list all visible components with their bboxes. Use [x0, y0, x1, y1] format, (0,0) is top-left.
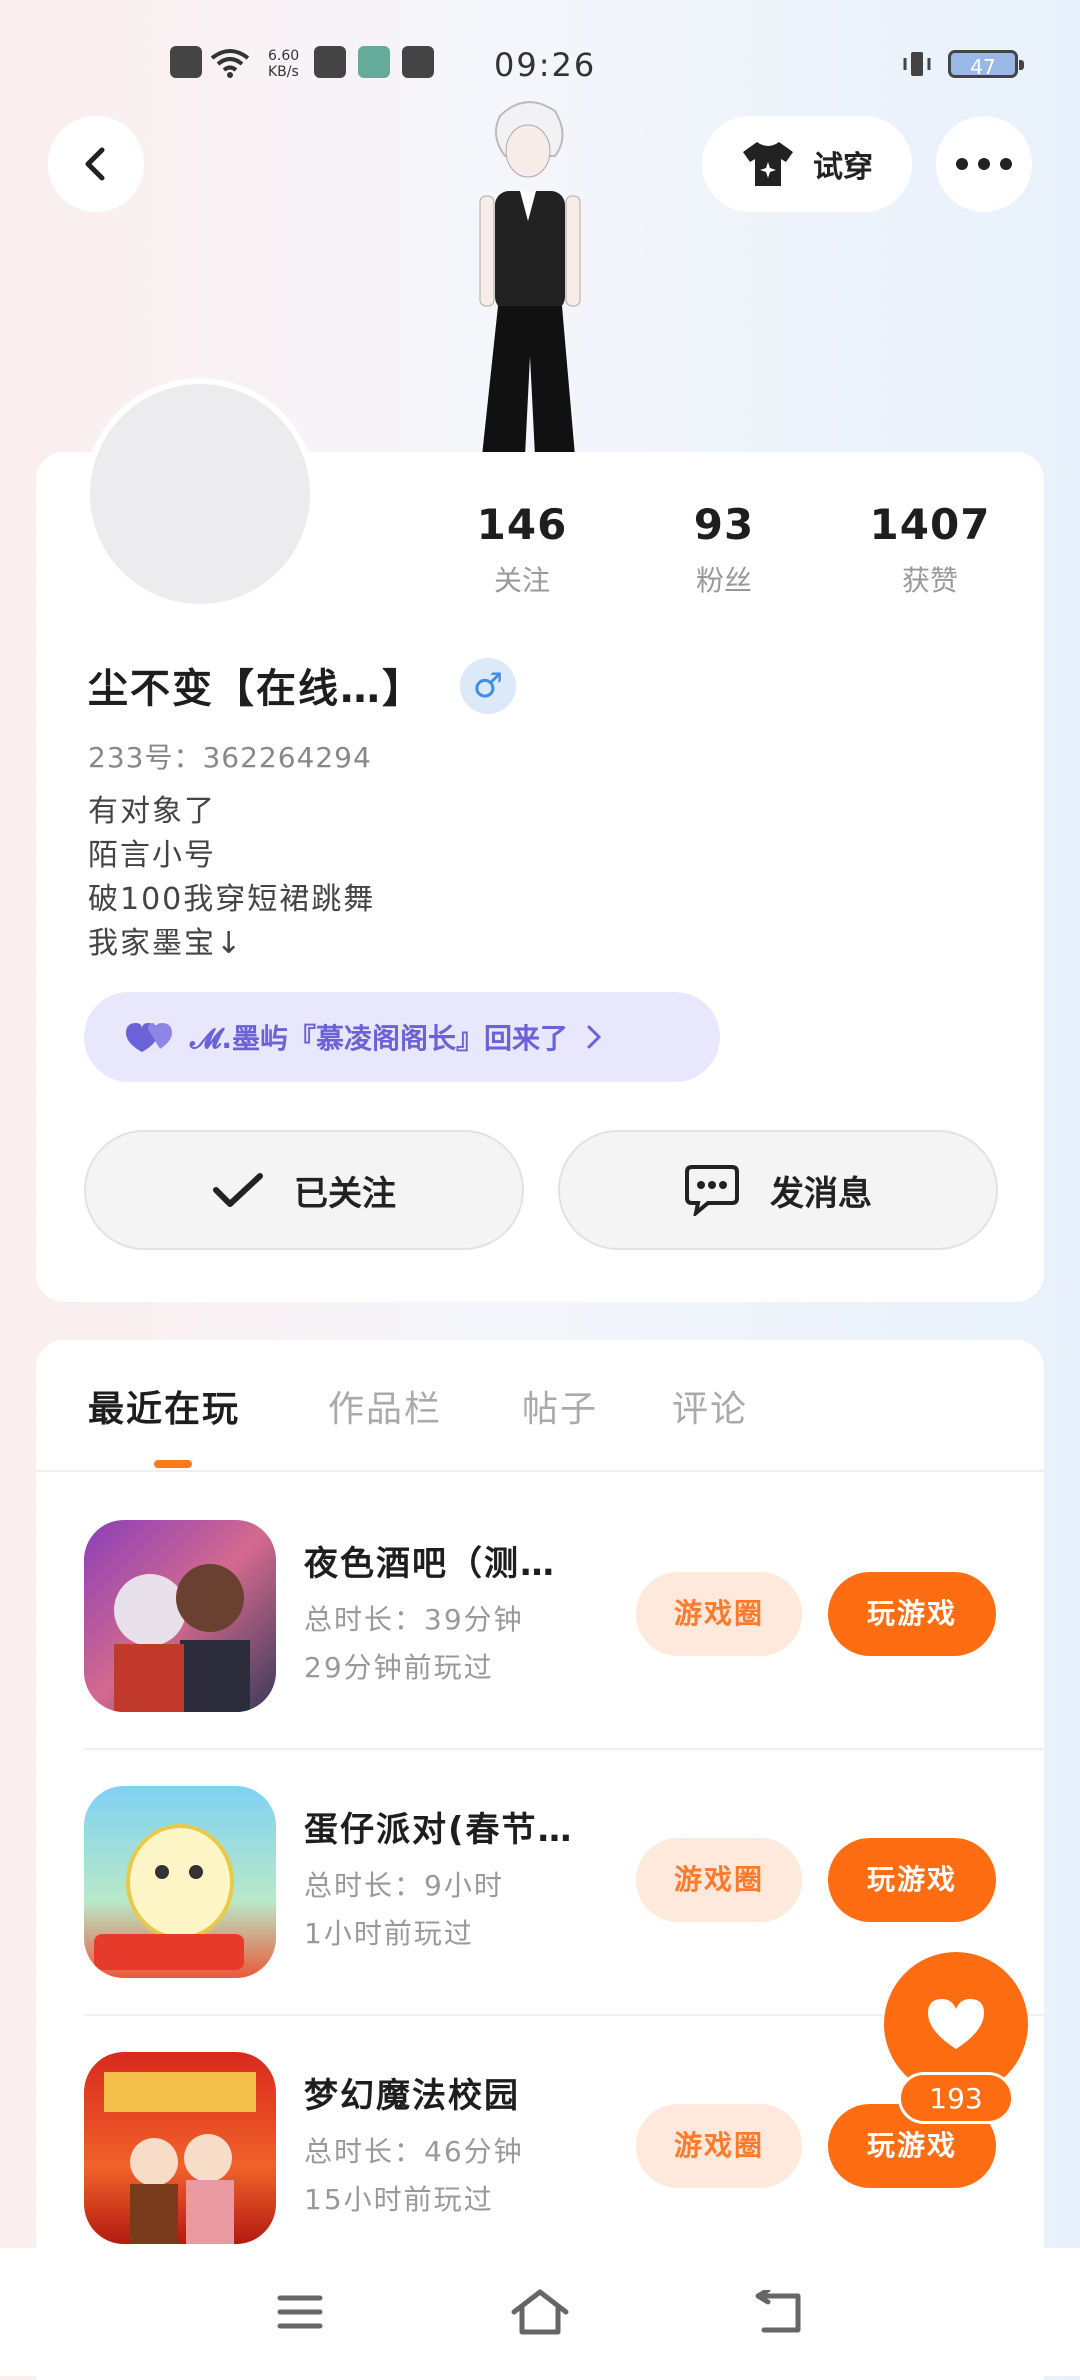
menu-icon[interactable] [276, 2292, 324, 2332]
stat-likes[interactable]: 1407 获赞 [830, 500, 1030, 599]
tshirt-icon [743, 142, 793, 186]
tab-recent-play[interactable]: 最近在玩 [88, 1380, 240, 1432]
tab-active-indicator [154, 1460, 192, 1468]
system-nav-bar [0, 2248, 1080, 2376]
divider [36, 1470, 1044, 1472]
app-icon [358, 46, 390, 78]
app-icon [402, 46, 434, 78]
game-circle-button[interactable]: 游戏圈 [636, 1572, 802, 1656]
message-button[interactable]: 发消息 [558, 1130, 998, 1250]
avatar-character-figure [479, 101, 581, 456]
chevron-right-icon [587, 1025, 602, 1049]
status-bar: 6.60 KB/s 09:26 47 [0, 46, 1080, 86]
bio-line: 有对象了 [88, 794, 216, 829]
stat-value: 1407 [869, 500, 991, 549]
stat-label: 粉丝 [695, 564, 752, 597]
relationship-pill[interactable]: 𝓜.墨屿『慕凌阁阁长』回来了 [84, 992, 720, 1082]
game-art [114, 1564, 250, 1712]
chevron-left-icon [85, 147, 105, 181]
male-gender-icon: ♂ [460, 658, 516, 714]
clock: 09:26 [494, 46, 597, 84]
game-row[interactable]: 蛋仔派对(春节… 总时长：9小时 1小时前玩过 游戏圈 玩游戏 [84, 1786, 1044, 1986]
game-duration: 总时长：9小时 [304, 1869, 504, 1902]
tab-works[interactable]: 作品栏 [328, 1380, 442, 1432]
game-last-played: 29分钟前玩过 [304, 1651, 494, 1684]
stat-label: 关注 [493, 564, 550, 597]
game-title: 夜色酒吧（测… [304, 1544, 556, 1584]
game-title: 蛋仔派对(春节… [304, 1810, 574, 1850]
wifi-icon [210, 49, 250, 78]
game-row[interactable]: 夜色酒吧（测… 总时长：39分钟 29分钟前玩过 游戏圈 玩游戏 [84, 1520, 1044, 1720]
vibrate-icon [903, 52, 931, 76]
stat-value: 146 [476, 500, 568, 549]
bio: 有对象了 陌言小号 破100我穿短裙跳舞 我家墨宝↓ [88, 790, 375, 966]
game-last-played: 1小时前玩过 [304, 1917, 474, 1950]
like-count: 193 [898, 2072, 1014, 2124]
profile-name: 尘不变【在线…】 [88, 666, 424, 712]
stat-label: 获赞 [901, 564, 958, 597]
game-last-played: 15小时前玩过 [304, 2183, 494, 2216]
game-art [94, 1824, 244, 1970]
tab-posts[interactable]: 帖子 [522, 1380, 598, 1432]
heart-icon [928, 1999, 984, 2049]
relationship-text: 𝓜.墨屿『慕凌阁阁长』回来了 [190, 1022, 568, 1055]
battery-indicator: 47 [948, 50, 1024, 79]
play-game-button[interactable]: 玩游戏 [828, 1838, 996, 1922]
more-dots-icon [956, 158, 1012, 170]
game-circle-button[interactable]: 游戏圈 [636, 1838, 802, 1922]
bio-line: 陌言小号 [88, 838, 216, 873]
game-icon[interactable] [84, 2052, 276, 2244]
game-art [104, 2072, 256, 2244]
game-duration: 总时长：39分钟 [304, 1603, 524, 1636]
stat-fans[interactable]: 93 粉丝 [624, 500, 824, 599]
play-game-button[interactable]: 玩游戏 [828, 1572, 996, 1656]
bio-line: 我家墨宝↓ [88, 926, 244, 961]
notification-icon [170, 46, 202, 78]
chat-bubble-icon [685, 1165, 739, 1216]
tab-comments[interactable]: 评论 [672, 1380, 748, 1432]
try-on-button[interactable]: 试穿 [702, 116, 912, 212]
bio-line: 破100我穿短裙跳舞 [88, 882, 376, 917]
game-duration: 总时长：46分钟 [304, 2135, 524, 2168]
home-icon[interactable] [510, 2288, 570, 2336]
game-title: 梦幻魔法校园 [304, 2076, 520, 2116]
game-icon[interactable] [84, 1520, 276, 1712]
network-speed: 6.60 KB/s [268, 48, 300, 80]
divider [84, 1748, 1044, 1750]
stat-following[interactable]: 146 关注 [422, 500, 622, 599]
message-label: 发消息 [770, 1173, 872, 1214]
app-icon [314, 46, 346, 78]
game-icon[interactable] [84, 1786, 276, 1978]
game-circle-button[interactable]: 游戏圈 [636, 2104, 802, 2188]
back-nav-icon[interactable] [752, 2290, 804, 2334]
stat-value: 93 [693, 500, 755, 549]
check-icon [213, 1173, 263, 1207]
double-heart-icon [126, 1023, 172, 1052]
more-button[interactable] [936, 116, 1032, 212]
avatar[interactable] [84, 378, 316, 610]
try-on-label: 试穿 [813, 150, 873, 185]
followed-label: 已关注 [294, 1173, 396, 1214]
followed-button[interactable]: 已关注 [84, 1130, 524, 1250]
back-button[interactable] [48, 116, 144, 212]
user-id: 233号：362264294 [88, 741, 372, 774]
game-row[interactable]: 梦幻魔法校园 总时长：46分钟 15小时前玩过 游戏圈 玩游戏 [84, 2052, 1044, 2252]
